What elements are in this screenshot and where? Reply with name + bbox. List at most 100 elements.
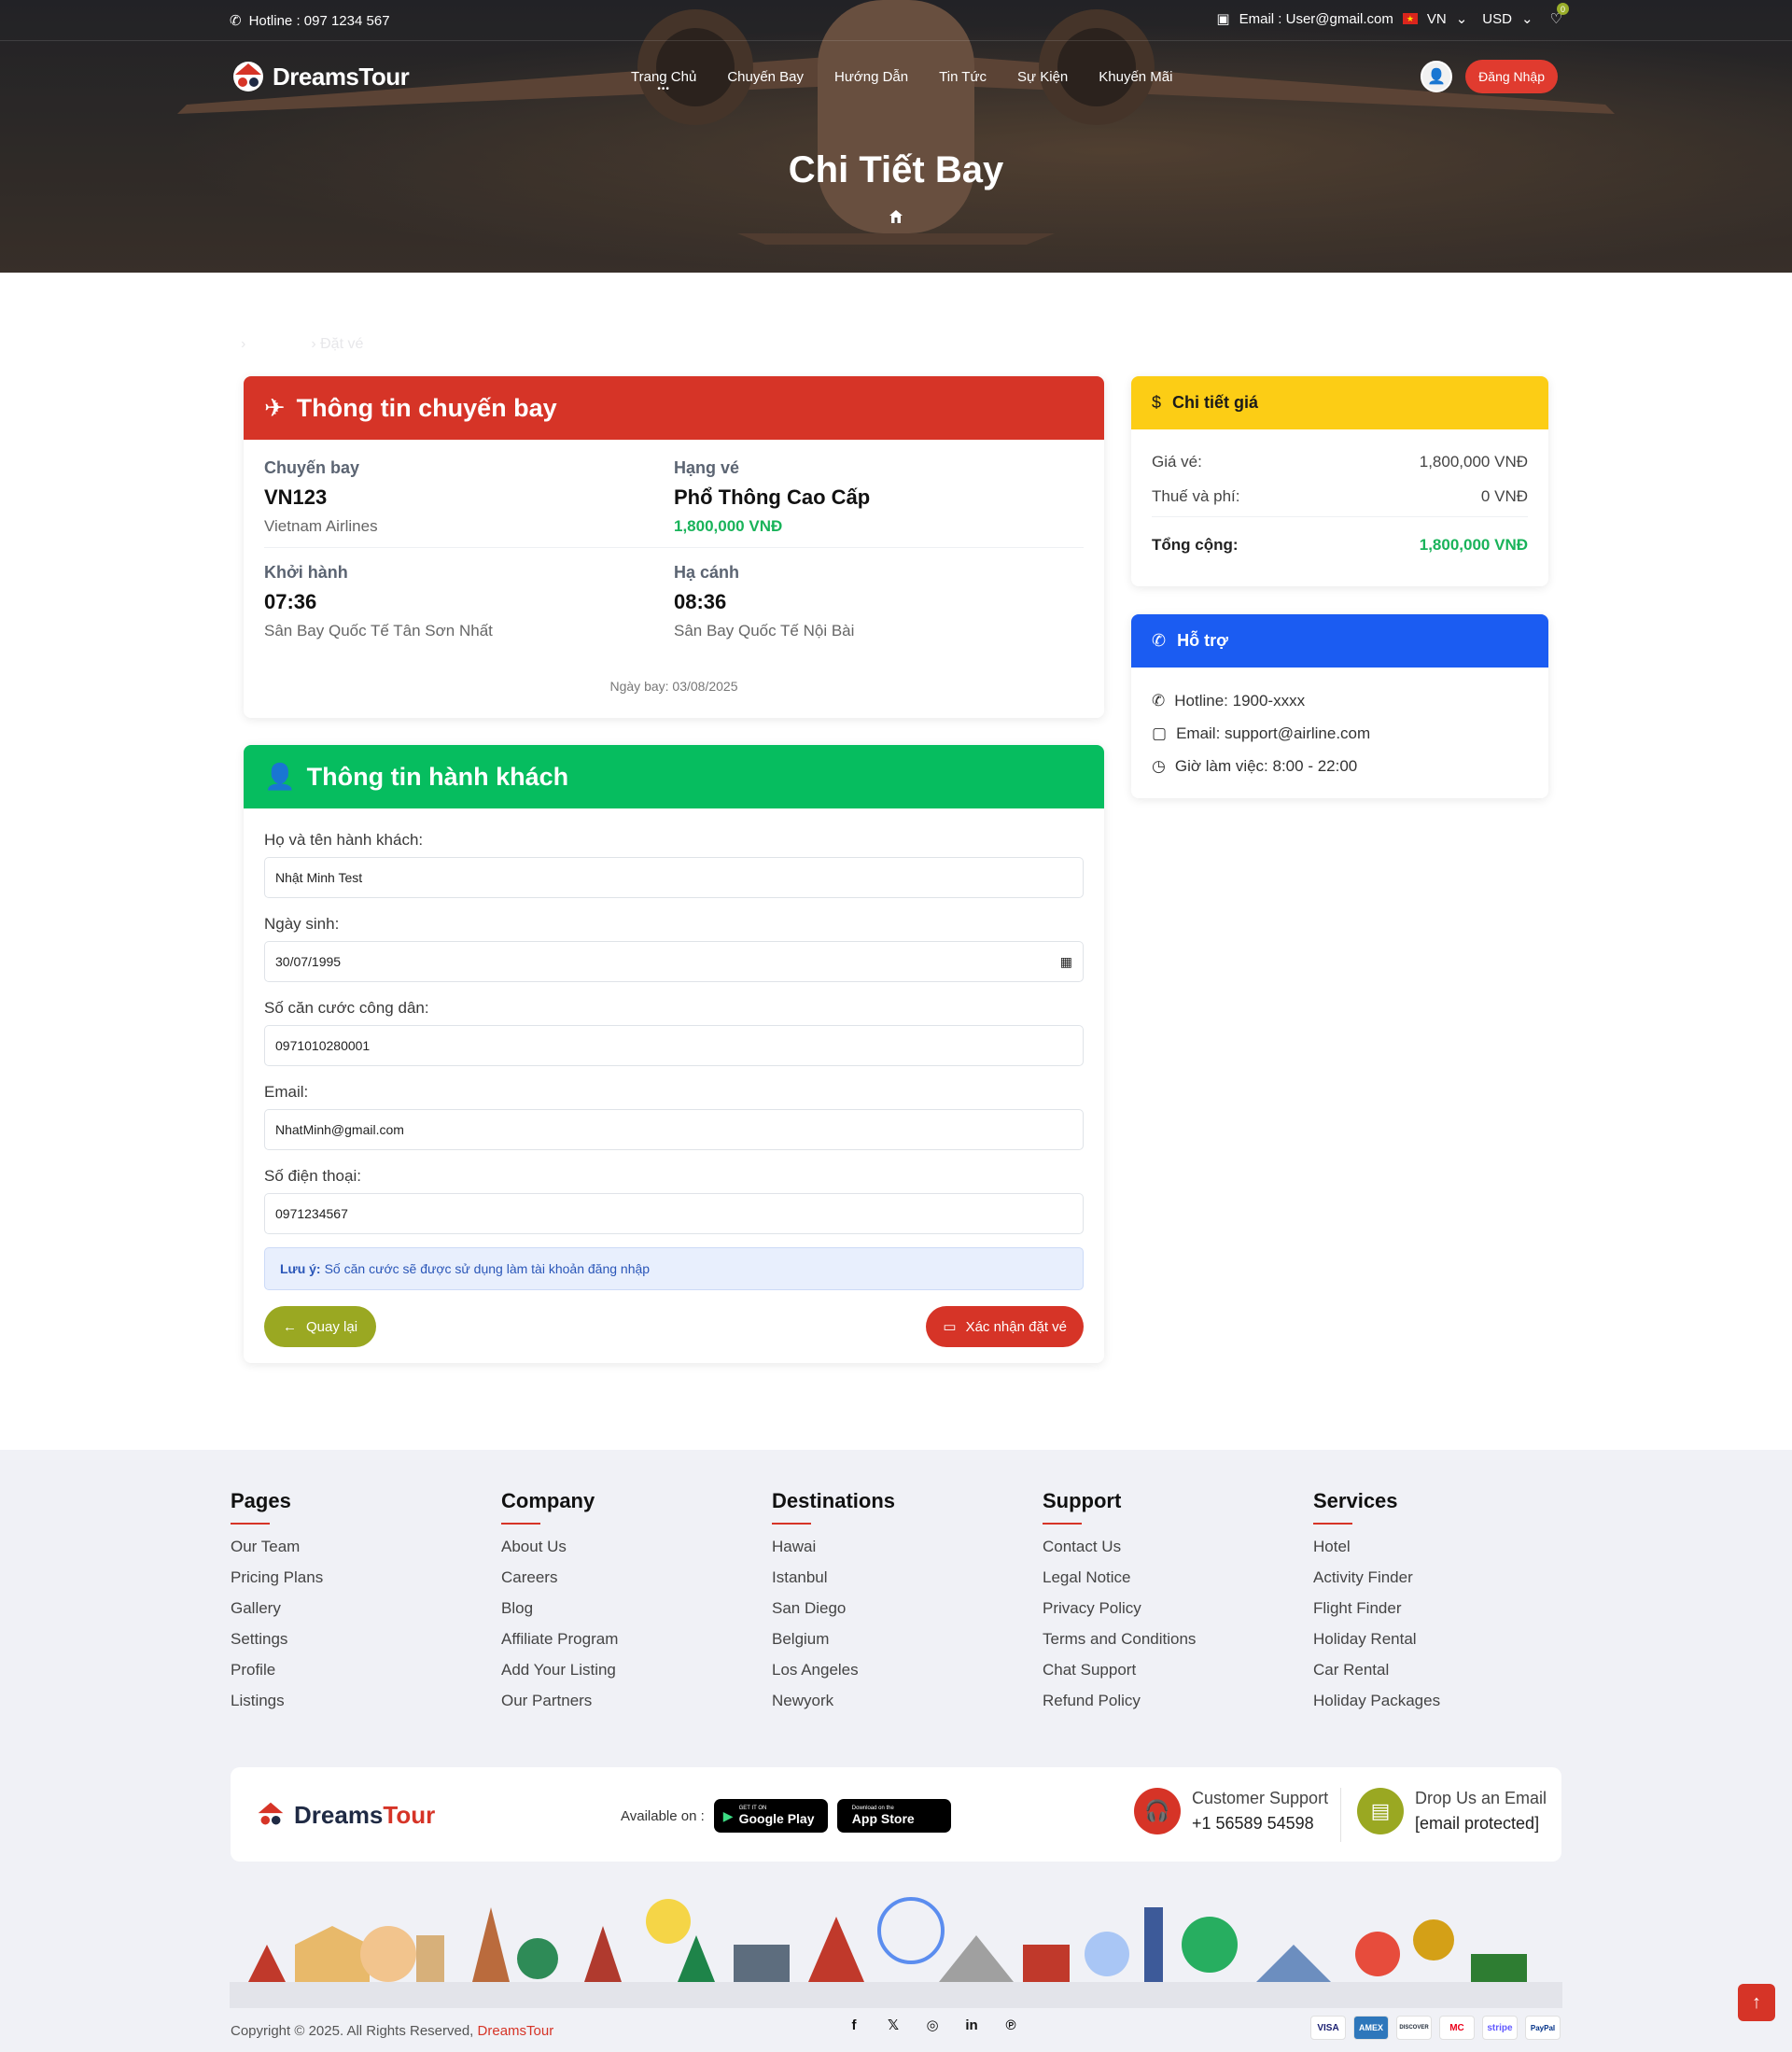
depart-label: Khởi hành	[264, 563, 348, 582]
support-email: Email: support@airline.com	[1176, 724, 1371, 742]
flight-info-card: ✈ Thông tin chuyến bay Chuyến bay VN123 …	[244, 376, 1104, 718]
footer-link[interactable]: Affiliate Program	[501, 1630, 772, 1649]
footer-link[interactable]: Istanbul	[772, 1568, 1043, 1587]
nav-guide[interactable]: Hướng Dẫn	[834, 69, 908, 85]
instagram-icon[interactable]: ◎	[923, 2016, 942, 2034]
footer-link[interactable]: About Us	[501, 1538, 772, 1556]
name-input[interactable]: Nhật Minh Test	[264, 857, 1084, 898]
footer-link[interactable]: Careers	[501, 1568, 772, 1587]
breadcrumb-current: › Đặt vé	[311, 336, 364, 352]
calendar-icon[interactable]: ▦	[1060, 954, 1072, 970]
phone-input[interactable]: 0971234567	[264, 1193, 1084, 1234]
flight-info-header: ✈ Thông tin chuyến bay	[244, 376, 1104, 440]
footer-column-title: Pages	[231, 1489, 501, 1525]
fare-value: 1,800,000 VNĐ	[1419, 453, 1528, 471]
vietnam-flag-icon: ★	[1402, 13, 1418, 24]
airline-name: Vietnam Airlines	[264, 517, 378, 535]
google-play-button[interactable]: ▶ GET IT ON Google Play	[713, 1799, 828, 1833]
discover-icon: DISCOVER	[1396, 2016, 1432, 2040]
footer-link[interactable]: Car Rental	[1313, 1661, 1584, 1680]
footer-link[interactable]: Pricing Plans	[231, 1568, 501, 1587]
footer: Pages Our Team Pricing Plans Gallery Setting…	[0, 1450, 1792, 2052]
hero-banner: ✆ Hotline : 097 1234 567 ▣ Email : User@…	[0, 0, 1792, 273]
email-input[interactable]: NhatMinh@gmail.com	[264, 1109, 1084, 1150]
chat-icon: ▤	[1357, 1788, 1404, 1834]
back-button[interactable]: ← Quay lại	[264, 1306, 377, 1347]
breadcrumb: › › Đặt vé	[241, 336, 363, 353]
name-label: Họ và tên hành khách:	[264, 831, 424, 849]
brand-link[interactable]: DreamsTour	[478, 2023, 554, 2039]
google-play-icon: ▶	[722, 1807, 734, 1823]
footer-link[interactable]: Contact Us	[1043, 1538, 1313, 1556]
footer-link[interactable]: Profile	[231, 1661, 501, 1680]
footer-link[interactable]: Our Team	[231, 1538, 501, 1556]
id-input[interactable]: 0971010280001	[264, 1025, 1084, 1066]
footer-link[interactable]: Blog	[501, 1599, 772, 1618]
footer-bar: DreamsTour Available on : ▶ GET IT ON Goo…	[231, 1767, 1561, 1862]
top-email[interactable]: Email : User@gmail.com	[1239, 11, 1393, 27]
footer-link[interactable]: Legal Notice	[1043, 1568, 1313, 1587]
footer-columns: Pages Our Team Pricing Plans Gallery Setting…	[231, 1489, 1584, 1722]
footer-link[interactable]: Add Your Listing	[501, 1661, 772, 1680]
app-store-button[interactable]: Download on the App Store	[836, 1799, 951, 1833]
price-detail-card: $ Chi tiết giá Giá vé: 1,800,000 VNĐ Thuế…	[1131, 376, 1548, 586]
footer-link[interactable]: San Diego	[772, 1599, 1043, 1618]
footer-link[interactable]: Holiday Packages	[1313, 1692, 1584, 1710]
footer-link[interactable]: Refund Policy	[1043, 1692, 1313, 1710]
confirm-booking-button[interactable]: ▭ Xác nhận đặt vé	[926, 1306, 1084, 1347]
nav-home[interactable]: Trang Chủ	[631, 69, 696, 85]
footer-link[interactable]: Activity Finder	[1313, 1568, 1584, 1587]
logo-mark-icon	[258, 1802, 284, 1825]
home-icon[interactable]	[889, 209, 903, 224]
visa-icon: VISA	[1310, 2016, 1346, 2040]
footer-link[interactable]: Chat Support	[1043, 1661, 1313, 1680]
avatar[interactable]: 👤	[1421, 61, 1453, 92]
support-email-link[interactable]: [email protected]	[1415, 1814, 1547, 1834]
linkedin-icon[interactable]: in	[962, 2016, 981, 2034]
dob-input[interactable]: 30/07/1995 ▦	[264, 941, 1084, 982]
footer-link[interactable]: Our Partners	[501, 1692, 772, 1710]
currency-select[interactable]: USD	[1482, 11, 1512, 27]
arrive-airport: Sân Bay Quốc Tế Nội Bài	[674, 622, 855, 639]
nav-news[interactable]: Tin Tức	[939, 69, 987, 85]
nav-flights[interactable]: Chuyến Bay	[727, 69, 804, 85]
x-twitter-icon[interactable]: 𝕏	[884, 2016, 903, 2034]
footer-link[interactable]: Settings	[231, 1630, 501, 1649]
footer-link[interactable]: Listings	[231, 1692, 501, 1710]
footer-column-title: Services	[1313, 1489, 1584, 1525]
scroll-to-top-button[interactable]: ↑	[1738, 1984, 1775, 2021]
hotline[interactable]: ✆ Hotline : 097 1234 567	[230, 12, 390, 30]
footer-link[interactable]: Holiday Rental	[1313, 1630, 1584, 1649]
depart-airport: Sân Bay Quốc Tế Tân Sơn Nhất	[264, 622, 493, 639]
nav-events[interactable]: Sự Kiện	[1017, 69, 1068, 85]
footer-link[interactable]: Privacy Policy	[1043, 1599, 1313, 1618]
class-name: Phổ Thông Cao Cấp	[674, 485, 871, 509]
phone-icon: ✆	[1152, 691, 1166, 710]
favorites-button[interactable]: ♡ 0	[1550, 3, 1569, 27]
footer-link[interactable]: Flight Finder	[1313, 1599, 1584, 1618]
footer-link[interactable]: Los Angeles	[772, 1661, 1043, 1680]
passenger-info-card: 👤 Thông tin hành khách Họ và tên hành kh…	[244, 745, 1104, 1363]
facebook-icon[interactable]: f	[845, 2016, 863, 2034]
footer-link[interactable]: Belgium	[772, 1630, 1043, 1649]
flight-date: Ngày bay: 03/08/2025	[609, 679, 738, 694]
support-hotline: Hotline: 1900-xxxx	[1174, 691, 1306, 710]
customer-support: 🎧 Customer Support +1 56589 54598	[1134, 1788, 1328, 1834]
footer-link[interactable]: Newyork	[772, 1692, 1043, 1710]
footer-link[interactable]: Terms and Conditions	[1043, 1630, 1313, 1649]
login-button[interactable]: Đăng Nhập	[1465, 60, 1558, 93]
support-card: ✆ Hỗ trợ ✆ Hotline: 1900-xxxx ▢ Email: sup…	[1131, 614, 1548, 798]
price-detail-header: $ Chi tiết giá	[1131, 376, 1548, 429]
footer-link[interactable]: Gallery	[231, 1599, 501, 1618]
nav-promotions[interactable]: Khuyến Mãi	[1099, 69, 1172, 85]
footer-logo[interactable]: DreamsTour	[253, 1797, 435, 1833]
phone-label: Số điện thoại:	[264, 1167, 361, 1185]
language-select[interactable]: VN	[1427, 11, 1447, 27]
pinterest-icon[interactable]: ℗	[1001, 2016, 1020, 2034]
id-label: Số căn cước công dân:	[264, 999, 429, 1017]
support-phone[interactable]: +1 56589 54598	[1192, 1814, 1328, 1834]
footer-column-title: Company	[501, 1489, 772, 1525]
footer-link[interactable]: Hotel	[1313, 1538, 1584, 1556]
footer-link[interactable]: Hawai	[772, 1538, 1043, 1556]
site-logo[interactable]: DreamsTour	[230, 58, 410, 95]
